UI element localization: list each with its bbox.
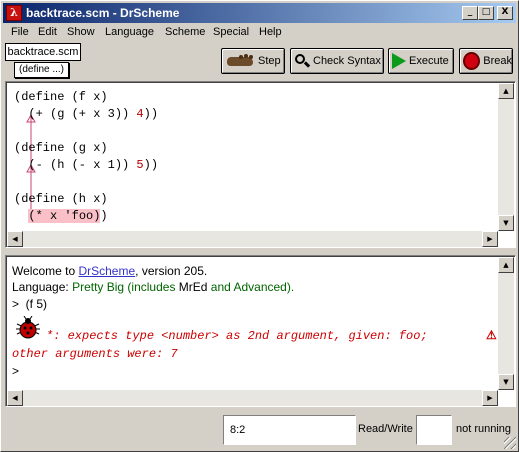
language-prefix: Language: [12,280,73,294]
error-glyph-icon[interactable]: ⚠ [486,328,497,342]
execute-label: Execute [409,55,449,67]
file-tab[interactable]: backtrace.scm [5,43,81,61]
definitions-vscroll[interactable]: ▲ ▼ [498,83,514,231]
scroll-left-icon[interactable]: ◀ [7,231,23,247]
input-prompt: > (f 5) [12,297,48,311]
window-title: backtrace.scm - DrScheme [26,6,180,20]
menu-edit[interactable]: Edit [38,26,57,38]
menu-special[interactable]: Special [213,26,249,38]
error-message-line2: other arguments were: 7 [12,347,178,361]
footprint-icon [225,54,255,67]
code-line-1: (define (f x) [14,90,108,104]
menu-language[interactable]: Language [105,26,154,38]
error-message-line1: *: expects type <number> as 2nd argument… [46,329,428,343]
break-label: Break [483,55,512,67]
scroll-up-icon[interactable]: ▲ [498,257,514,273]
execute-button[interactable]: Execute [388,48,454,74]
magnifier-icon [294,53,311,69]
running-status: not running [456,423,512,435]
language-name: Pretty Big (includes [72,280,179,294]
play-icon [392,53,406,69]
menu-scheme[interactable]: Scheme [165,26,205,38]
cursor-position: 8:2 [223,415,356,445]
step-button[interactable]: Step [221,48,285,74]
welcome-line: Welcome to DrScheme, version 205. [12,264,207,278]
scroll-up-icon[interactable]: ▲ [498,83,514,99]
code-line-2: (+ (g (+ x 3)) 4)) [14,107,159,121]
empty-prompt: > [12,364,20,378]
menu-help[interactable]: Help [259,26,282,38]
menu-show[interactable]: Show [67,26,95,38]
language-line: Language: Pretty Big (includes MrEd and … [12,280,294,294]
drscheme-window: λ backtrace.scm - DrScheme _ □ X File Ed… [0,0,519,452]
define-popup[interactable]: (define ...) [14,62,69,78]
error-highlight: (* x 'foo) [28,209,101,223]
code-line-5: (- (h (- x 1)) 5)) [14,158,159,172]
read-write-label: Read/Write [358,423,413,435]
code-number-5: 5 [136,158,144,172]
definitions-editor[interactable]: (define (f x) (+ (g (+ x 3)) 4)) (define… [5,81,516,248]
check-syntax-button[interactable]: Check Syntax [290,48,384,74]
close-button[interactable]: X [497,6,513,20]
step-label: Step [258,55,281,67]
status-blank-box [416,415,452,445]
lambda-icon: λ [6,5,22,21]
language-and: and [207,280,234,294]
drscheme-link[interactable]: DrScheme [78,264,135,278]
welcome-suffix: , version 205. [135,264,208,278]
scroll-left-icon[interactable]: ◀ [7,390,23,406]
scroll-right-icon[interactable]: ▶ [482,390,498,406]
check-syntax-label: Check Syntax [313,55,381,67]
code-line-4: (define (g x) [14,141,108,155]
definitions-hscroll[interactable]: ◀ ▶ [7,231,498,247]
interactions-hscroll[interactable]: ◀ ▶ [7,390,498,406]
break-button[interactable]: Break [459,48,513,74]
code-line-8: (* x 'foo)) [28,209,108,223]
interactions-vscroll[interactable]: ▲ ▼ [498,257,514,390]
title-bar[interactable]: λ backtrace.scm - DrScheme _ □ X [3,3,516,23]
scroll-down-icon[interactable]: ▼ [498,374,514,390]
status-bar: 8:2 Read/Write not running [1,409,518,451]
scroll-right-icon[interactable]: ▶ [482,231,498,247]
scroll-down-icon[interactable]: ▼ [498,215,514,231]
menu-bar: File Edit Show Language Scheme Special H… [3,24,516,42]
interactions-editor[interactable]: Welcome to DrScheme, version 205. Langua… [5,255,516,407]
language-advanced: Advanced). [233,280,295,294]
bug-icon[interactable] [14,316,42,340]
stop-icon [463,52,481,70]
welcome-prefix: Welcome to [12,264,79,278]
code-number-4: 4 [136,107,144,121]
resize-grip-icon[interactable] [504,437,516,449]
menu-file[interactable]: File [11,26,29,38]
code-line-7: (define (h x) [14,192,108,206]
language-mred: MrEd [178,280,208,294]
minimize-button[interactable]: _ [462,6,478,20]
maximize-button[interactable]: □ [478,6,494,20]
